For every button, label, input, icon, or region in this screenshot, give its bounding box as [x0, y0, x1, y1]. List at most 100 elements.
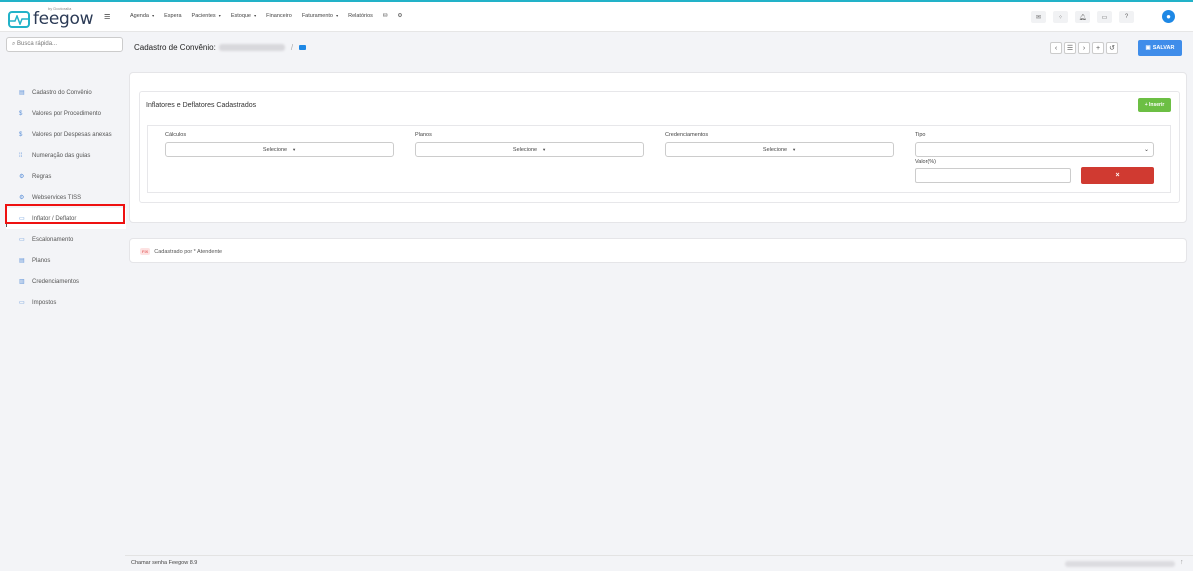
nav-espera[interactable]: Espera [164, 13, 181, 19]
logo-subtitle: by Doctoralia [48, 6, 72, 11]
chevron-down-icon: ▾ [150, 13, 155, 18]
calculos-select[interactable]: Selecione ▼ [165, 142, 394, 157]
tipo-select[interactable]: ⌄ [915, 142, 1154, 157]
audit-panel: FIX Cadastrado por * Atendente [129, 238, 1187, 263]
next-icon[interactable]: › [1078, 42, 1090, 54]
sidebar-item-valores-despesas[interactable]: $ Valores por Despesas anexas [6, 124, 126, 145]
logo-text: feegow [33, 9, 94, 29]
sidebar-item-planos[interactable]: ▤ Planos [6, 250, 126, 271]
chevron-down-icon: ▾ [335, 13, 339, 18]
calculos-label: Cálculos [165, 132, 187, 138]
sidebar-item-impostos[interactable]: ▭ Impostos [6, 292, 126, 313]
footer-text[interactable]: Chamar senha Feegow 8.9 [131, 560, 197, 566]
insert-button[interactable]: + Inserir [1138, 98, 1171, 112]
user-avatar-icon[interactable]: ● [1162, 10, 1175, 23]
hamburger-icon[interactable]: ≡ [104, 11, 110, 23]
highlight-box [5, 204, 125, 224]
sidebar-item-label: Impostos [32, 299, 57, 306]
sidebar-item-numeracao-guias[interactable]: ⁞⁞ Numeração das guias [6, 145, 126, 166]
database-icon[interactable]: ⛁ [383, 13, 388, 19]
logo-pulse-icon [8, 10, 30, 28]
sidebar-item-regras[interactable]: ⚙ Regras [6, 166, 126, 187]
quick-search-input[interactable]: ⌕ Busca rápida... [6, 37, 123, 52]
grid-icon[interactable]: ⁘ [1053, 11, 1068, 23]
document-icon: ▥ [19, 279, 25, 285]
tipo-label: Tipo [915, 132, 926, 138]
audit-text: Cadastrado por * Atendente [154, 248, 223, 255]
feegow-logo[interactable]: feegow by Doctoralia [8, 6, 94, 29]
inflatores-panel: Inflatores e Deflatores Cadastrados + In… [129, 72, 1187, 223]
audit-info: FIX Cadastrado por * Atendente [140, 248, 222, 255]
scroll-top-icon[interactable]: ↑ [1180, 559, 1184, 566]
save-label: SALVAR [1152, 45, 1175, 51]
bell-icon[interactable]: 🔔︎ [1075, 11, 1090, 23]
sidebar-item-label: Valores por Despesas anexas [32, 131, 112, 138]
inflatores-title: Inflatores e Deflatores Cadastrados [146, 102, 257, 109]
card-icon[interactable] [299, 45, 307, 50]
gear-icon: ⚙ [19, 195, 25, 201]
sidebar-item-valores-procedimento[interactable]: $ Valores por Procedimento [6, 103, 126, 124]
page-title: Cadastro de Convênio: / [134, 43, 307, 52]
footer-bar: Chamar senha Feegow 8.9 ↑ [125, 555, 1193, 571]
credenciamentos-value: Selecione [762, 146, 788, 153]
sidebar-item-cadastro-convenio[interactable]: ▤ Cadastro do Convênio [6, 82, 126, 103]
redacted-convenio-name [218, 44, 285, 51]
sidebar-item-label: Planos [32, 257, 51, 264]
previous-icon[interactable]: ‹ [1050, 42, 1062, 54]
record-toolbar: ‹ ☰ › + ↺ [1050, 42, 1120, 54]
credenciamentos-select[interactable]: Selecione ▼ [665, 142, 894, 157]
list-icon[interactable]: ☰ [1064, 42, 1076, 54]
dollar-icon: $ [19, 110, 23, 117]
numbering-icon: ⁞⁞ [19, 152, 23, 159]
sidebar-item-label: Webservices TISS [32, 194, 82, 201]
sidebar-item-escalonamento[interactable]: ▭ Escalonamento [6, 229, 126, 250]
nav-faturamento[interactable]: Faturamento ▾ [302, 13, 338, 19]
credenciamentos-label: Credenciamentos [665, 132, 709, 138]
inflator-row: Cálculos Selecione ▼ Planos Selecione ▼ Cr… [147, 125, 1171, 193]
dollar-icon: $ [19, 131, 23, 138]
nav-financeiro[interactable]: Financeiro [266, 13, 292, 19]
nav-pacientes[interactable]: Pacientes ▾ [192, 13, 221, 19]
chevron-down-icon: ⌄ [1143, 147, 1149, 153]
chevron-down-icon: ▾ [217, 13, 221, 18]
help-icon[interactable]: ? [1119, 11, 1134, 23]
money-icon: ▭ [19, 300, 25, 306]
header-icon-group: ✉ ⁘ 🔔︎ ▭ ? [1031, 11, 1141, 23]
save-button[interactable]: ▣ SALVAR [1138, 40, 1182, 56]
sidebar: ▤ Cadastro do Convênio $ Valores por Proce… [6, 82, 126, 313]
sidebar-item-label: Valores por Procedimento [32, 110, 101, 117]
audit-badge: FIX [140, 248, 151, 255]
title-separator: / [290, 43, 294, 52]
page-title-text: Cadastro de Convênio: [134, 43, 216, 52]
delete-row-button[interactable]: × [1081, 167, 1154, 184]
chevron-down-icon: ▼ [792, 147, 797, 152]
sidebar-item-label: Credenciamentos [32, 278, 80, 285]
nav-estoque[interactable]: Estoque ▾ [231, 13, 256, 19]
search-placeholder: Busca rápida... [17, 41, 58, 47]
money-icon: ▭ [19, 237, 25, 243]
calculos-value: Selecione [262, 146, 288, 153]
nav-agenda[interactable]: Agenda ▾ [130, 13, 154, 19]
settings-icon[interactable]: ⚙ [398, 13, 403, 19]
add-icon[interactable]: + [1092, 42, 1104, 54]
nav-relatorios[interactable]: Relatórios [348, 13, 373, 19]
chevron-down-icon: ▼ [542, 147, 547, 152]
inflatores-card: Inflatores e Deflatores Cadastrados + In… [139, 91, 1180, 203]
table-icon: ▤ [19, 90, 25, 96]
sidebar-item-label: Escalonamento [32, 236, 74, 243]
planos-select[interactable]: Selecione ▼ [415, 142, 644, 157]
chevron-down-icon: ▼ [292, 147, 297, 152]
planos-label: Planos [415, 132, 432, 138]
planos-value: Selecione [512, 146, 538, 153]
save-icon: ▣ [1145, 45, 1151, 51]
valor-input[interactable] [915, 168, 1071, 183]
history-icon[interactable]: ↺ [1106, 42, 1118, 54]
mail-icon[interactable]: ✉ [1031, 11, 1046, 23]
sidebar-item-label: Regras [32, 173, 52, 180]
table-icon: ▤ [19, 258, 25, 264]
sidebar-item-credenciamentos[interactable]: ▥ Credenciamentos [6, 271, 126, 292]
sidebar-item-label: Numeração das guias [32, 152, 91, 159]
chat-icon[interactable]: ▭ [1097, 11, 1112, 23]
chevron-down-icon: ▾ [253, 13, 257, 18]
sidebar-item-label: Cadastro do Convênio [32, 89, 92, 96]
